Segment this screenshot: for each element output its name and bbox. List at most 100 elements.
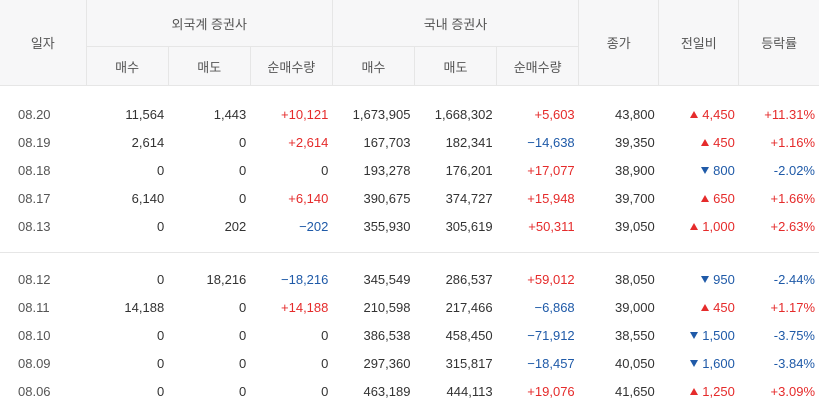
cell-rate: -2.44% [773, 271, 815, 287]
cell-close: 38,550 [614, 327, 655, 343]
cell-domestic-net: +15,948 [527, 190, 575, 206]
cell-close: 43,800 [614, 106, 655, 122]
cell-foreign-sell: 202 [224, 218, 247, 234]
header-date: 일자 [0, 0, 87, 86]
change-value: 800 [713, 162, 735, 178]
cell-foreign-net: +2,614 [288, 134, 329, 150]
cell-domestic-buy: 386,538 [363, 327, 411, 343]
cell-domestic-buy: 210,598 [363, 299, 411, 315]
cell-domestic-sell: 286,537 [445, 271, 493, 287]
cell-domestic-sell: 444,113 [446, 383, 493, 399]
cell-close: 39,050 [614, 218, 655, 234]
cell-foreign-sell: 0 [239, 355, 247, 371]
header-foreign-sell: 매도 [167, 46, 251, 86]
table-row: 08.13 0 202 −202 355,930 305,619 +50,311 39,050… [0, 212, 819, 240]
cell-close: 40,050 [614, 355, 655, 371]
cell-domestic-sell: 1,668,302 [434, 106, 493, 122]
cell-domestic-buy: 297,360 [363, 355, 411, 371]
cell-domestic-buy: 345,549 [363, 271, 411, 287]
cell-rate: +3.09% [770, 383, 815, 399]
cell-foreign-net: −202 [299, 218, 329, 234]
cell-rate: -3.75% [773, 327, 815, 343]
cell-foreign-net: +14,188 [281, 299, 329, 315]
cell-foreign-net: +6,140 [288, 190, 329, 206]
cell-foreign-sell: 0 [239, 383, 247, 399]
cell-foreign-buy: 6,140 [131, 190, 165, 206]
cell-rate: +1.16% [770, 134, 815, 150]
cell-rate: +1.66% [770, 190, 815, 206]
cell-close: 38,050 [614, 271, 655, 287]
cell-domestic-net: −6,868 [534, 299, 575, 315]
change-value: 1,500 [702, 327, 735, 343]
cell-domestic-sell: 458,450 [445, 327, 493, 343]
cell-domestic-net: +17,077 [527, 162, 575, 178]
cell-domestic-net: +19,076 [527, 383, 575, 399]
row-spacer [0, 86, 819, 101]
header-domestic-group: 국내 증권사 [331, 0, 579, 47]
cell-foreign-buy: 14,188 [124, 299, 165, 315]
cell-domestic-sell: 217,466 [445, 299, 493, 315]
header-foreign-net: 순매수량 [249, 46, 333, 86]
cell-change: 1,500 [659, 321, 739, 349]
cell-foreign-buy: 0 [156, 162, 165, 178]
header-change: 전일비 [658, 0, 739, 86]
change-value: 650 [713, 190, 735, 206]
table-row: 08.19 2,614 0 +2,614 167,703 182,341 −14,638 39… [0, 128, 819, 156]
cell-change: 1,250 [659, 377, 739, 405]
cell-change: 450 [659, 128, 739, 156]
cell-date: 08.09 [18, 355, 51, 371]
cell-domestic-buy: 463,189 [363, 383, 411, 399]
cell-foreign-sell: 0 [239, 190, 247, 206]
cell-date: 08.20 [18, 106, 51, 122]
table-row: 08.12 0 18,216 −18,216 345,549 286,537 +59,012… [0, 265, 819, 293]
cell-close: 39,350 [614, 134, 655, 150]
cell-foreign-sell: 0 [239, 299, 247, 315]
change-value: 950 [713, 271, 735, 287]
table-row: 08.09 0 0 0 297,360 315,817 −18,457 40,050 1,600… [0, 349, 819, 377]
cell-date: 08.10 [18, 327, 51, 343]
cell-domestic-net: +59,012 [527, 271, 575, 287]
triangle-up-icon [690, 222, 699, 230]
cell-change: 1,000 [659, 212, 739, 240]
cell-foreign-buy: 2,614 [131, 134, 165, 150]
header-rate: 등락률 [738, 0, 819, 86]
cell-domestic-net: +5,603 [534, 106, 575, 122]
cell-foreign-buy: 0 [156, 271, 165, 287]
row-spacer [0, 240, 819, 253]
cell-foreign-sell: 18,216 [206, 271, 247, 287]
cell-rate: -2.02% [773, 162, 815, 178]
cell-foreign-sell: 1,443 [213, 106, 247, 122]
cell-date: 08.11 [18, 299, 50, 315]
triangle-up-icon [701, 303, 710, 311]
change-value: 1,600 [702, 355, 735, 371]
cell-domestic-buy: 390,675 [363, 190, 411, 206]
table-row: 08.20 11,564 1,443 +10,121 1,673,905 1,668,30… [0, 100, 819, 128]
cell-domestic-net: −71,912 [527, 327, 575, 343]
cell-rate: +11.31% [764, 106, 815, 122]
table-body: 08.20 11,564 1,443 +10,121 1,673,905 1,668,30… [0, 86, 819, 406]
table-row: 08.06 0 0 0 463,189 444,113 +19,076 41,650 1,250… [0, 377, 819, 405]
triangle-down-icon [690, 359, 699, 367]
cell-domestic-net: −18,457 [527, 355, 575, 371]
cell-foreign-sell: 0 [239, 327, 247, 343]
cell-domestic-sell: 315,817 [445, 355, 493, 371]
triangle-up-icon [690, 387, 699, 395]
table-row: 08.11 14,188 0 +14,188 210,598 217,466 −6,868 3… [0, 293, 819, 321]
table-header: 일자 외국계 증권사 국내 증권사 종가 전일비 등락률 매수 매도 순매수량 … [0, 0, 819, 86]
table-row: 08.10 0 0 0 386,538 458,450 −71,912 38,550 1,500… [0, 321, 819, 349]
cell-domestic-sell: 182,341 [445, 134, 493, 150]
cell-domestic-buy: 193,278 [363, 162, 411, 178]
cell-rate: +2.63% [770, 218, 815, 234]
cell-date: 08.17 [18, 190, 51, 206]
cell-date: 08.06 [18, 383, 51, 399]
cell-close: 38,900 [614, 162, 655, 178]
cell-change: 1,600 [659, 349, 739, 377]
triangle-down-icon [701, 275, 710, 283]
table-row: 08.17 6,140 0 +6,140 390,675 374,727 +15,948 39… [0, 184, 819, 212]
header-foreign-buy: 매수 [85, 46, 169, 86]
cell-close: 41,650 [614, 383, 655, 399]
cell-foreign-net: 0 [321, 355, 329, 371]
table-row: 08.18 0 0 0 193,278 176,201 +17,077 38,900 800 -2… [0, 156, 819, 184]
change-value: 1,250 [702, 383, 735, 399]
cell-domestic-net: −14,638 [527, 134, 575, 150]
